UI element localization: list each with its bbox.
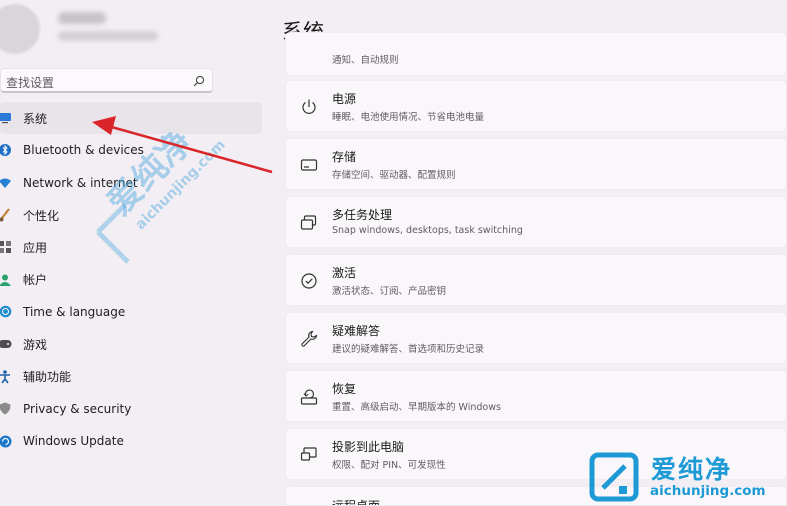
card-title: 恢复 [332, 382, 357, 396]
wifi-icon [0, 176, 12, 190]
sidebar-item-personalization[interactable]: 个性化 [0, 199, 270, 231]
gamepad-icon [0, 337, 12, 351]
power-icon [302, 99, 316, 114]
card-description: 存储空间、驱动器、配置规则 [332, 170, 456, 181]
sidebar-nav: 系统 Bluetooth & devices Network & interne… [0, 102, 270, 457]
sidebar-item-gaming[interactable]: 游戏 [0, 328, 270, 360]
sidebar-item-accounts[interactable]: 帐户 [0, 263, 270, 295]
card-title: 存储 [332, 150, 357, 164]
watermark-corner-url: aichunjing.com [650, 483, 766, 499]
wrench-icon [301, 330, 318, 347]
sidebar-item-label: Bluetooth & devices [23, 143, 144, 158]
monitor-icon [0, 111, 12, 125]
card-description: Snap windows, desktops, task switching [332, 225, 523, 236]
activation-icon [301, 273, 317, 289]
settings-card-multitasking[interactable]: 多任务处理 Snap windows, desktops, task switc… [285, 196, 787, 248]
card-description: 建议的疑难解答、首选项和历史记录 [332, 344, 485, 355]
profile-name-blurred [58, 12, 106, 24]
card-description: 睡眠、电池使用情况、节省电池电量 [332, 112, 485, 123]
storage-icon [300, 159, 318, 171]
watermark-corner-text: 爱纯净 [651, 455, 733, 484]
globe-clock-icon [0, 305, 12, 319]
bluetooth-icon [0, 143, 12, 157]
sidebar-item-network[interactable]: Network & internet [0, 167, 270, 199]
settings-card-power[interactable]: 电源 睡眠、电池使用情况、节省电池电量 [285, 80, 787, 132]
search-icon [193, 75, 205, 87]
update-icon [0, 434, 12, 448]
sidebar-item-privacy[interactable]: Privacy & security [0, 393, 270, 425]
sidebar-item-time-language[interactable]: Time & language [0, 296, 270, 328]
sidebar-item-windows-update[interactable]: Windows Update [0, 425, 270, 457]
card-description: 权限、配对 PIN、可发现性 [332, 460, 446, 471]
shield-icon [0, 402, 12, 416]
sidebar-item-bluetooth[interactable]: Bluetooth & devices [0, 134, 270, 166]
sidebar-item-label: Network & internet [23, 175, 138, 190]
sidebar-item-label: Windows Update [23, 434, 124, 449]
sidebar: 查找设置 系统 Bluetooth & devices Network & in… [0, 0, 270, 506]
sidebar-item-label: 个性化 [23, 208, 60, 223]
sidebar-item-accessibility[interactable]: 辅助功能 [0, 360, 270, 392]
sidebar-item-system[interactable]: 系统 [0, 102, 262, 135]
sidebar-item-label: Privacy & security [23, 401, 132, 416]
card-description: 重置、高级启动、早期版本的 Windows [332, 402, 501, 413]
card-title: 投影到此电脑 [332, 440, 405, 454]
settings-card-storage[interactable]: 存储 存储空间、驱动器、配置规则 [285, 138, 787, 190]
settings-card-notifications[interactable]: 通知、自动规则 [285, 32, 787, 76]
card-title: 电源 [332, 92, 357, 106]
brush-icon [0, 208, 12, 222]
sidebar-item-label: 游戏 [23, 337, 48, 352]
recovery-icon [300, 389, 318, 405]
user-profile[interactable] [0, 0, 270, 58]
avatar [0, 4, 40, 54]
accessibility-icon [0, 369, 12, 384]
card-title: 远程桌面 [332, 499, 381, 506]
multitask-icon [300, 215, 317, 230]
profile-email-blurred [58, 31, 158, 41]
sidebar-item-label: 辅助功能 [23, 370, 72, 385]
card-title: 疑难解答 [332, 324, 381, 338]
watermark-logo-icon [589, 452, 639, 502]
sidebar-item-label: 应用 [23, 240, 48, 255]
settings-card-troubleshoot[interactable]: 疑难解答 建议的疑难解答、首选项和历史记录 [285, 312, 787, 364]
apps-icon [0, 240, 12, 254]
sidebar-item-label: 帐户 [23, 273, 48, 288]
search-input[interactable]: 查找设置 [0, 68, 213, 93]
card-title: 多任务处理 [332, 208, 393, 222]
card-description: 激活状态、订阅、产品密钥 [332, 286, 447, 297]
project-icon [300, 447, 317, 461]
sidebar-item-label: 系统 [23, 111, 48, 126]
sidebar-item-apps[interactable]: 应用 [0, 231, 270, 263]
account-icon [0, 273, 12, 287]
watermark-corner: 爱纯净 aichunjing.com [585, 448, 787, 506]
card-description: 通知、自动规则 [332, 55, 399, 66]
search-placeholder: 查找设置 [6, 76, 55, 90]
settings-card-activation[interactable]: 激活 激活状态、订阅、产品密钥 [285, 254, 787, 306]
sidebar-item-label: Time & language [23, 304, 126, 319]
settings-card-recovery[interactable]: 恢复 重置、高级启动、早期版本的 Windows [285, 370, 787, 422]
card-title: 激活 [332, 266, 357, 280]
main-content: 系统 通知、自动规则 电源 睡眠、电池使用情况、节省电池电量 存储 存储空间、驱… [270, 0, 787, 506]
